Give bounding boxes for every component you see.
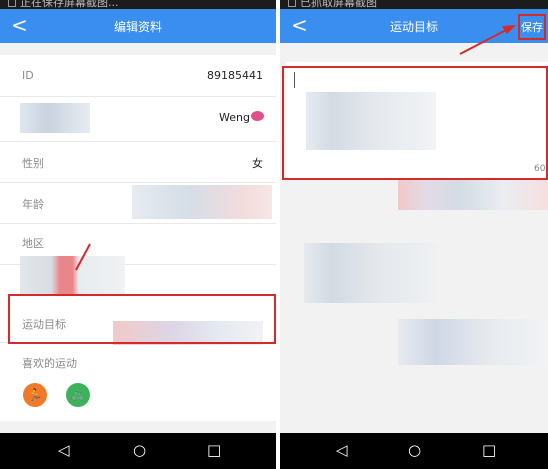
nav-home-icon[interactable]: ○	[133, 441, 146, 459]
annotation-arrow	[75, 243, 91, 271]
nav-back-icon[interactable]: ◁	[336, 441, 348, 459]
sport-goal-screen: 已抓取屏幕截图 < 运动目标 保存 60 ◁ ○ □	[280, 0, 548, 469]
edit-profile-screen: 正在保存屏幕截图... < 编辑资料 ID 89185441 Weng 性别 女…	[0, 0, 276, 469]
annotation-arrow	[459, 25, 516, 55]
nav-bar: ◁ ○ □	[0, 433, 276, 469]
nav-recent-icon[interactable]: □	[207, 441, 221, 459]
nav-back-icon[interactable]: ◁	[58, 441, 70, 459]
nav-home-icon[interactable]: ○	[408, 441, 421, 459]
nav-recent-icon[interactable]: □	[482, 441, 496, 459]
nav-bar: ◁ ○ □	[280, 433, 548, 469]
